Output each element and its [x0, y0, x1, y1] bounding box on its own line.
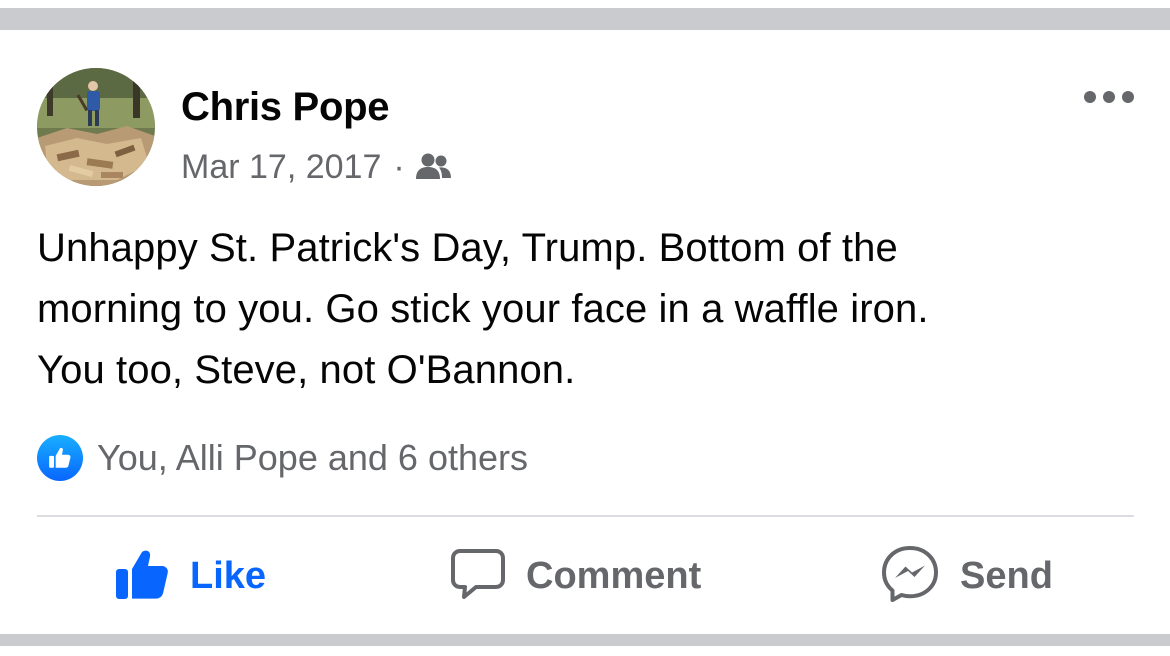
post-text-line: morning to you. Go stick your face in a … [37, 287, 929, 331]
messenger-icon [880, 544, 940, 609]
like-reaction-icon [37, 435, 83, 481]
post-card: Chris Pope Mar 17, 2017 · Unhappy St. Pa… [0, 30, 1170, 634]
post-meta: Mar 17, 2017 · [181, 145, 453, 189]
avatar[interactable] [37, 68, 155, 186]
thumbs-up-icon [114, 547, 170, 606]
like-label: Like [190, 554, 267, 597]
comment-label: Comment [526, 554, 702, 597]
comment-bubble-icon [450, 547, 506, 606]
send-label: Send [960, 554, 1053, 597]
post-text-line: You too, Steve, not O'Bannon. [37, 348, 576, 392]
feed-separator-top [0, 0, 1170, 30]
send-button[interactable]: Send [880, 544, 1053, 608]
post-text-line: Unhappy St. Patrick's Day, Trump. Bottom… [37, 226, 898, 270]
like-button[interactable]: Like [114, 544, 266, 608]
feed-separator-bottom [0, 634, 1170, 656]
author-name[interactable]: Chris Pope [181, 85, 389, 130]
comment-button[interactable]: Comment [450, 544, 701, 608]
reactions-summary[interactable]: You, Alli Pope and 6 others [37, 434, 528, 482]
more-horizontal-icon[interactable] [1080, 85, 1138, 109]
post-text: Unhappy St. Patrick's Day, Trump. Bottom… [37, 218, 1147, 401]
divider [37, 515, 1134, 517]
meta-separator: · [393, 147, 405, 186]
post-date[interactable]: Mar 17, 2017 [181, 148, 381, 187]
reaction-names: You, Alli Pope and 6 others [97, 437, 528, 478]
friends-icon[interactable] [415, 152, 453, 182]
